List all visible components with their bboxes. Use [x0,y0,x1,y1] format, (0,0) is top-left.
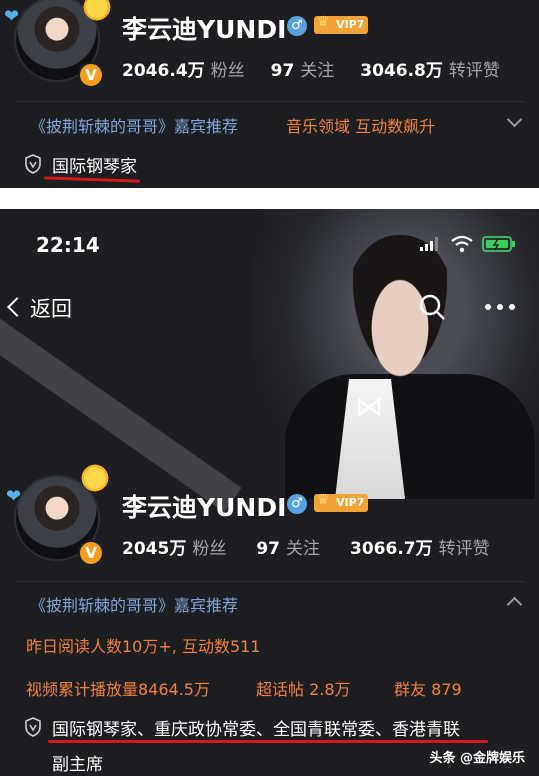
signal-icon [420,237,438,251]
watermark: 头条 @金牌娱乐 [429,747,525,766]
vip-label: VIP7 [336,496,365,509]
reposts-count: 3066.7万 [350,539,433,559]
back-label: 返回 [30,297,72,321]
followers-count[interactable]: 2046.4万 [122,61,205,81]
chevron-down-icon[interactable] [506,111,523,128]
search-icon[interactable] [418,293,446,321]
followers-count[interactable]: 2045万 [122,539,186,559]
followers-label: 粉丝 [192,539,227,559]
group-friends-stats[interactable]: 群友 879 [394,676,462,700]
profile-card-bottom: ⋈ 22:14 返回 ❤ V 李云迪YUNDI ♂ ♛ VIP7 2045万 粉丝… [0,209,539,776]
status-time: 22:14 [36,233,100,257]
show-guest-tag[interactable]: 《披荆斩棘的哥哥》嘉宾推荐 [30,113,238,137]
credential-text: 国际钢琴家、重庆政协常委、全国青联常委、香港青联 [52,720,460,740]
reposts-label: 转评赞 [448,61,500,81]
male-gender-icon: ♂ [287,16,307,36]
verified-v-icon: V [78,62,104,88]
following-label: 关注 [300,61,335,81]
vip-badge[interactable]: ♛ VIP7 [314,14,369,34]
verified-v-icon: V [78,540,104,566]
reposts-label: 转评赞 [438,539,490,559]
more-icon[interactable] [484,303,516,311]
battery-icon [482,236,515,252]
followers-label: 粉丝 [210,61,245,81]
shield-icon [25,154,41,174]
back-button[interactable]: 返回 [7,293,72,323]
vip-crown-icon: ♛ [317,492,330,508]
profile-name: 李云迪YUNDI [122,493,287,522]
profile-stats: 2046.4万 粉丝 97 关注 3046.8万 转评赞 [122,56,500,81]
following-count[interactable]: 97 [271,61,295,81]
vip-label: VIP7 [336,18,365,31]
cover-bowtie: ⋈ [355,390,383,423]
sun-icon [78,461,112,495]
male-gender-icon: ♂ [287,494,307,514]
profile-name: 李云迪YUNDI [122,15,287,44]
vip-badge[interactable]: ♛ VIP7 [314,492,369,512]
wifi-icon [451,235,473,253]
watermark-handle: @金牌娱乐 [459,751,525,766]
profile-stats: 2045万 粉丝 97 关注 3066.7万 转评赞 [122,534,490,559]
credential-text: 国际钢琴家 [52,157,137,177]
read-stats: 昨日阅读人数10万+, 互动数511 [26,637,261,656]
divider [14,101,525,102]
red-underline [48,740,488,743]
back-arrow-icon [7,297,27,317]
reposts-count: 3046.8万 [360,61,443,81]
vip-crown-icon: ♛ [317,14,330,30]
chevron-up-icon[interactable] [506,596,523,613]
divider [14,581,525,582]
following-count[interactable]: 97 [256,539,280,559]
red-underline [43,176,141,183]
credential-text-continued: 副主席 [52,755,103,775]
music-field-tag[interactable]: 音乐领域 互动数飙升 [286,113,435,137]
profile-card-top: ❤ V 李云迪YUNDI ♂ ♛ VIP7 2046.4万 粉丝 97 关注 3046.… [0,0,539,188]
cover-suit [285,374,535,499]
following-label: 关注 [286,539,320,559]
super-topic-stats[interactable]: 超话帖 2.8万 [256,676,351,700]
watermark-prefix: 头条 [429,751,456,766]
show-guest-tag[interactable]: 《披荆斩棘的哥哥》嘉宾推荐 [30,592,238,616]
video-stats: 视频累计播放量8464.5万 [26,680,210,699]
shield-icon [25,717,41,737]
